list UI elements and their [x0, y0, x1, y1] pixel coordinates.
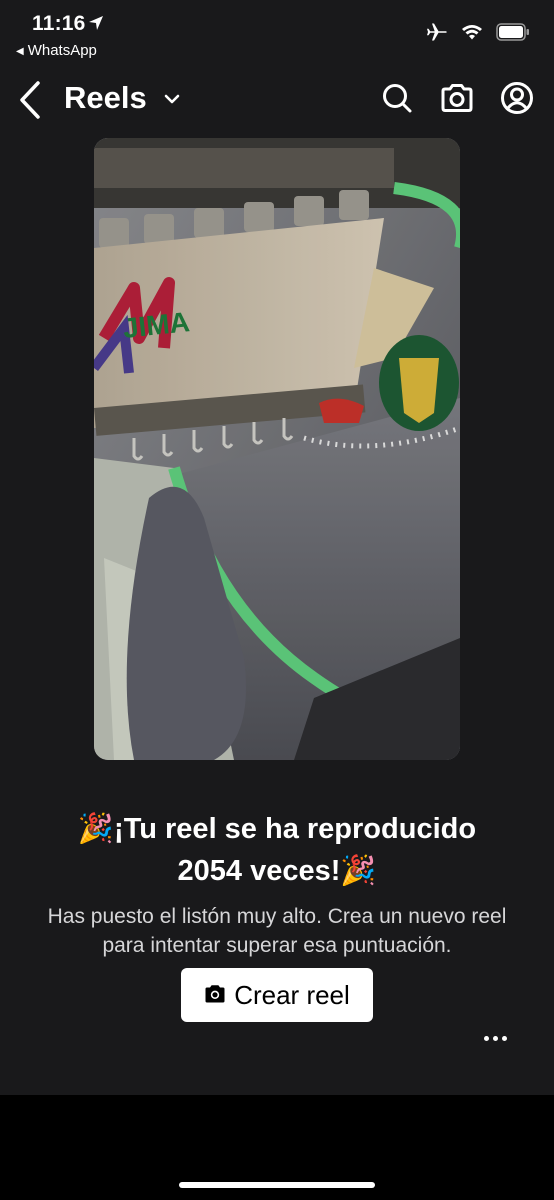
camera-icon[interactable] [440, 80, 474, 116]
page-title[interactable]: Reels [64, 80, 147, 116]
search-icon[interactable] [380, 80, 414, 116]
headline-line-2: 2054 veces!🎉 [177, 855, 377, 887]
reels-header: Reels [0, 70, 554, 130]
airplane-icon [426, 22, 448, 47]
back-triangle-icon: ◀ [16, 46, 24, 57]
status-time: 11:16 [32, 12, 86, 35]
achievement-headline: 🎉¡Tu reel se ha reproducido 2054 veces!🎉 [27, 808, 527, 892]
location-arrow-icon [87, 14, 105, 37]
achievement-message: 🎉¡Tu reel se ha reproducido 2054 veces!🎉… [0, 808, 554, 960]
more-horizontal-icon[interactable] [478, 1028, 512, 1048]
bottom-area [0, 1095, 554, 1200]
video-frame-illustration: JIMA [94, 138, 460, 760]
home-indicator[interactable] [179, 1182, 375, 1188]
wifi-icon [460, 23, 484, 46]
create-reel-label: Crear reel [234, 979, 350, 1010]
reel-video-thumbnail[interactable]: JIMA [94, 138, 460, 760]
back-to-whatsapp-link[interactable]: ◀ WhatsApp [16, 42, 97, 59]
status-bar: 11:16 ◀ WhatsApp [0, 0, 554, 70]
profile-icon[interactable] [500, 80, 534, 116]
back-chevron-icon[interactable] [14, 78, 48, 122]
create-reel-button[interactable]: Crear reel [181, 968, 373, 1022]
chevron-down-icon[interactable] [163, 92, 181, 110]
header-actions [380, 80, 534, 116]
status-icons [426, 22, 530, 47]
back-app-label: WhatsApp [27, 42, 97, 59]
camera-icon [204, 980, 226, 1011]
headline-line-1: 🎉¡Tu reel se ha reproducido [77, 813, 477, 845]
achievement-subtext: Has puesto el listón muy alto. Crea un n… [47, 905, 507, 957]
battery-icon [496, 23, 530, 46]
